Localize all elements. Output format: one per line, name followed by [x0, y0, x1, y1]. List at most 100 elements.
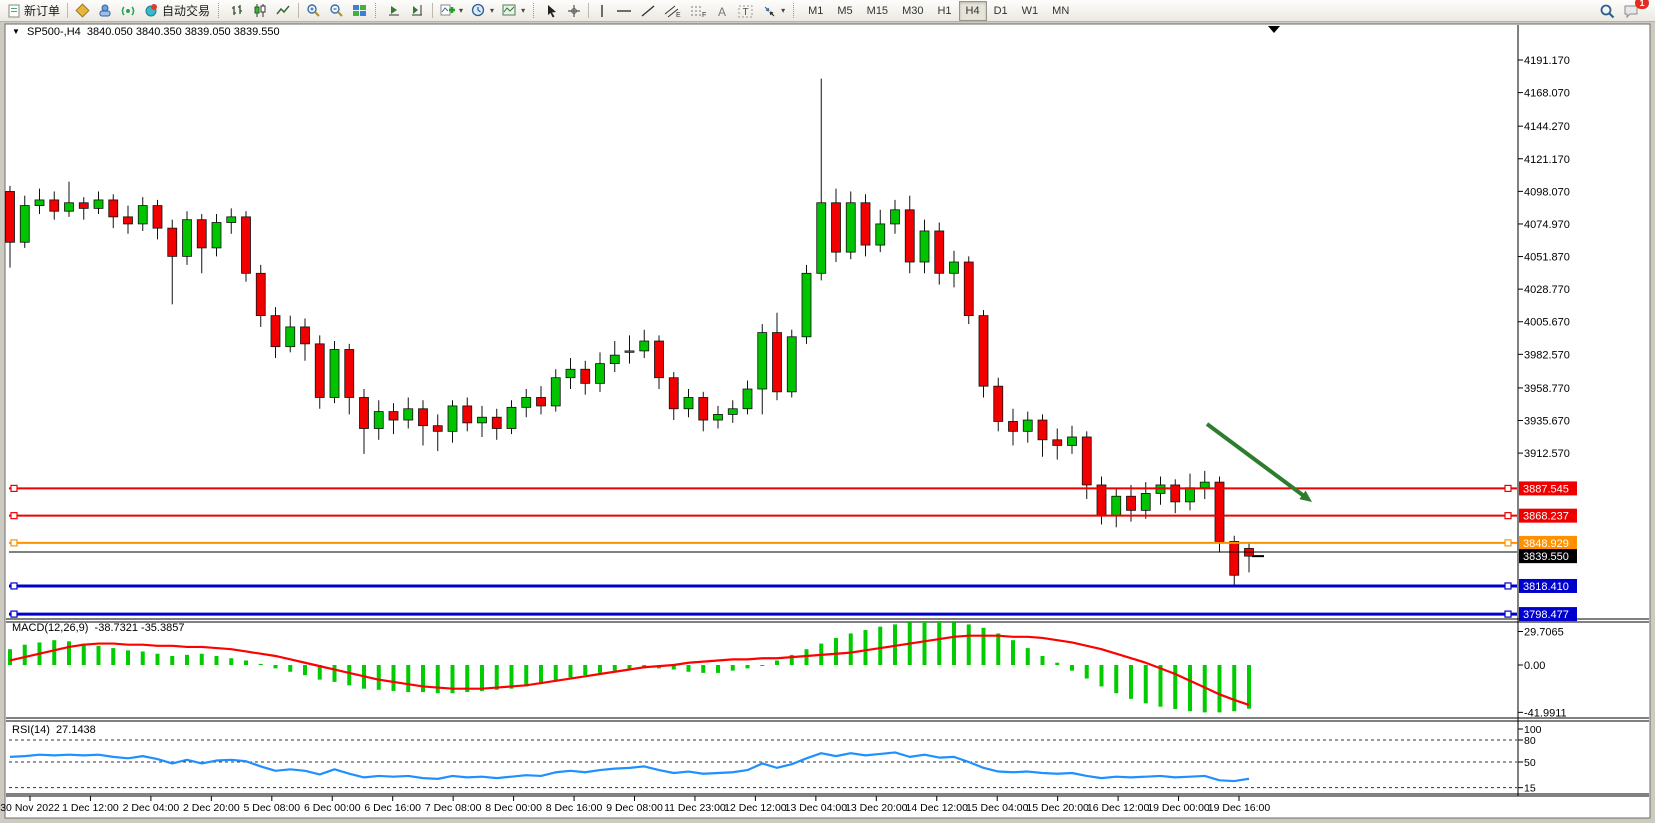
- zoom-in-icon: [306, 3, 321, 18]
- toolbar-separator: [298, 3, 299, 18]
- text-label-icon: T: [738, 4, 754, 18]
- candle-body: [1127, 496, 1136, 510]
- svg-text:3848.929: 3848.929: [1523, 538, 1569, 550]
- notifications-button[interactable]: 1: [1619, 1, 1644, 21]
- rsi-name: RSI(14): [12, 724, 50, 736]
- tile-windows-button[interactable]: [348, 1, 371, 21]
- timeframe-M1[interactable]: M1: [801, 1, 830, 21]
- bar-chart-icon: [230, 3, 245, 18]
- signals-button[interactable]: [117, 1, 140, 21]
- macd-name: MACD(12,26,9): [12, 622, 88, 634]
- svg-text:9 Dec 08:00: 9 Dec 08:00: [606, 802, 663, 814]
- zoom-in-button[interactable]: [302, 1, 325, 21]
- timeframe-MN[interactable]: MN: [1045, 1, 1076, 21]
- svg-text:14 Dec 12:00: 14 Dec 12:00: [906, 802, 969, 814]
- candle-body: [138, 206, 147, 224]
- candle-body: [256, 273, 265, 315]
- periods-button[interactable]: ▾: [467, 1, 498, 21]
- candlestick-button[interactable]: [249, 1, 272, 21]
- new-order-button[interactable]: 新订单: [3, 1, 64, 21]
- search-button[interactable]: [1595, 1, 1619, 21]
- macd-histogram-bar: [274, 665, 278, 668]
- indicators-button[interactable]: ▾: [436, 1, 467, 21]
- profile-button[interactable]: [94, 1, 117, 21]
- candle-body: [197, 220, 206, 248]
- macd-histogram-bar: [333, 665, 337, 682]
- macd-histogram-bar: [982, 628, 986, 665]
- candle-body: [433, 426, 442, 432]
- macd-histogram-bar: [1159, 665, 1163, 707]
- timeframe-W1[interactable]: W1: [1015, 1, 1046, 21]
- timeframe-H4[interactable]: H4: [959, 1, 987, 21]
- macd-histogram-bar: [303, 665, 307, 675]
- macd-histogram-bar: [67, 641, 71, 665]
- svg-text:15: 15: [1524, 783, 1536, 795]
- macd-histogram-bar: [495, 665, 499, 690]
- svg-text:3818.410: 3818.410: [1523, 581, 1569, 593]
- trendline-button[interactable]: [636, 1, 660, 21]
- macd-histogram-bar: [701, 665, 705, 673]
- svg-text:4028.770: 4028.770: [1524, 284, 1570, 296]
- vertical-line-button[interactable]: [592, 1, 612, 21]
- svg-text:4168.070: 4168.070: [1524, 88, 1570, 100]
- line-handle: [1505, 540, 1511, 546]
- svg-text:3798.477: 3798.477: [1523, 609, 1569, 621]
- timeframe-M5[interactable]: M5: [830, 1, 859, 21]
- timeframe-M30[interactable]: M30: [895, 1, 930, 21]
- candle-body: [610, 355, 619, 363]
- equidistant-channel-icon: E: [664, 4, 682, 18]
- chart-window: [5, 24, 1650, 818]
- timeframe-M15[interactable]: M15: [860, 1, 895, 21]
- svg-text:-41.9911: -41.9911: [1524, 707, 1567, 719]
- macd-histogram-bar: [200, 654, 204, 665]
- candle-body: [492, 417, 501, 428]
- svg-text:T: T: [743, 7, 749, 18]
- candle-body: [1068, 437, 1077, 445]
- macd-histogram-bar: [23, 645, 27, 665]
- line-handle: [11, 540, 17, 546]
- template-icon: [502, 3, 517, 18]
- candle-body: [360, 397, 369, 428]
- text-button[interactable]: A: [712, 1, 734, 21]
- chart-canvas[interactable]: 4191.1704168.0704144.2704121.1704098.070…: [0, 0, 1655, 823]
- candle-body: [581, 369, 590, 383]
- auto-scroll-button[interactable]: [383, 1, 406, 21]
- candle-body: [920, 231, 929, 262]
- candle-body: [1038, 420, 1047, 440]
- candle-body: [743, 389, 752, 409]
- macd-histogram-bar: [480, 665, 484, 691]
- macd-histogram-bar: [687, 665, 691, 672]
- macd-histogram-bar: [97, 646, 101, 665]
- svg-text:1 Dec 12:00: 1 Dec 12:00: [62, 802, 119, 814]
- candle-body: [419, 409, 428, 426]
- macd-histogram-bar: [392, 665, 396, 691]
- autotrading-button[interactable]: 自动交易: [140, 1, 214, 21]
- candlestick-icon: [253, 3, 268, 18]
- candle-body: [242, 217, 251, 273]
- chart-shift-button[interactable]: [406, 1, 429, 21]
- equidistant-channel-button[interactable]: E: [660, 1, 686, 21]
- templates-button[interactable]: ▾: [498, 1, 529, 21]
- svg-text:13 Dec 04:00: 13 Dec 04:00: [785, 802, 848, 814]
- arrows-button[interactable]: ▾: [758, 1, 789, 21]
- macd-histogram-bar: [731, 665, 735, 671]
- cursor-icon: [545, 4, 559, 18]
- svg-text:6 Dec 00:00: 6 Dec 00:00: [304, 802, 361, 814]
- tile-windows-icon: [352, 3, 367, 18]
- cursor-button[interactable]: [541, 1, 563, 21]
- fibonacci-button[interactable]: F: [686, 1, 712, 21]
- horizontal-line-button[interactable]: [612, 1, 636, 21]
- macd-histogram-bar: [421, 665, 425, 692]
- macd-histogram-bar: [849, 633, 853, 665]
- timeframe-H1[interactable]: H1: [930, 1, 958, 21]
- line-chart-button[interactable]: [272, 1, 295, 21]
- toolbar-grip: [218, 3, 222, 18]
- bar-chart-button[interactable]: [226, 1, 249, 21]
- zoom-out-button[interactable]: [325, 1, 348, 21]
- candle-body: [35, 200, 44, 206]
- macd-histogram-bar: [864, 630, 868, 665]
- crosshair-button[interactable]: [563, 1, 585, 21]
- timeframe-D1[interactable]: D1: [987, 1, 1015, 21]
- market-watch-button[interactable]: [71, 1, 94, 21]
- text-label-button[interactable]: T: [734, 1, 758, 21]
